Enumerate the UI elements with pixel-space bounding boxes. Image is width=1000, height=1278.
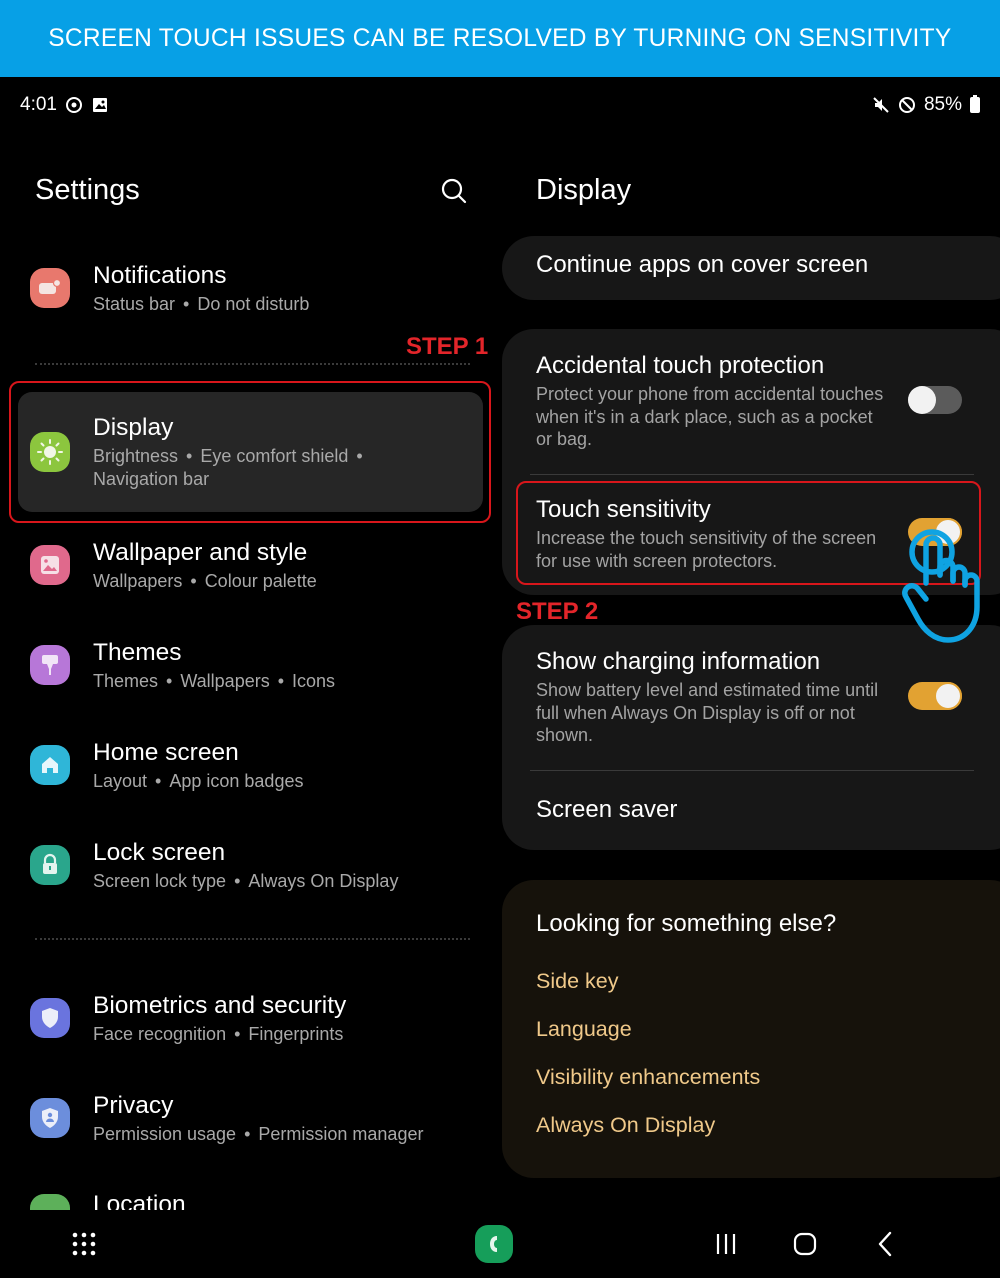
navigation-bar: [0, 1210, 1000, 1278]
display-pane: Display Continue apps on cover screen Ac…: [500, 132, 1000, 1210]
item-title: Biometrics and security: [93, 991, 347, 1019]
item-title: Notifications: [93, 261, 227, 289]
touch-sensitivity-row[interactable]: Touch sensitivity Increase the touch sen…: [536, 495, 886, 572]
screen-saver-row[interactable]: Screen saver: [536, 795, 677, 825]
item-title: Privacy: [93, 1091, 174, 1119]
row-title: Continue apps on cover screen: [536, 251, 869, 278]
suggestions-card: Looking for something else? Side key Lan…: [502, 880, 1000, 1178]
item-title: Themes: [93, 638, 182, 666]
settings-item-home-screen[interactable]: Home screen Layout • App icon badges: [18, 715, 483, 815]
touch-sensitivity-toggle[interactable]: [908, 518, 962, 546]
step-1-label: STEP 1: [406, 333, 489, 360]
banner-text: SCREEN TOUCH ISSUES CAN BE RESOLVED BY T…: [48, 24, 952, 52]
wallpaper-icon: [30, 545, 70, 585]
continue-apps-row[interactable]: Continue apps on cover screen: [536, 250, 868, 280]
item-subtitle: Themes • Wallpapers • Icons: [93, 670, 336, 691]
sync-icon: [65, 96, 82, 113]
tutorial-banner: SCREEN TOUCH ISSUES CAN BE RESOLVED BY T…: [0, 0, 1000, 77]
item-title: Lock screen: [93, 838, 226, 866]
item-subtitle: Permission usage • Permission manager: [93, 1123, 424, 1144]
notifications-icon: [30, 268, 70, 308]
status-bar: 4:01 85%: [0, 77, 1000, 132]
location-icon: [30, 1194, 70, 1210]
lock-icon: [30, 845, 70, 885]
item-title: Home screen: [93, 738, 239, 766]
section-divider: [35, 938, 470, 940]
suggestion-link-side-key[interactable]: Side key: [536, 969, 618, 994]
privacy-shield-icon: [30, 1098, 70, 1138]
battery-percent: 85%: [923, 93, 962, 115]
settings-item-display[interactable]: Display Brightness • Eye comfort shield • Na…: [18, 392, 483, 512]
section-divider: [35, 363, 470, 365]
settings-item-privacy[interactable]: Privacy Permission usage • Permission mana…: [18, 1068, 483, 1168]
suggestion-link-aod[interactable]: Always On Display: [536, 1113, 715, 1138]
recents-icon[interactable]: [712, 1230, 740, 1258]
app-drawer-icon[interactable]: [68, 1228, 100, 1260]
continue-apps-card[interactable]: Continue apps on cover screen: [502, 236, 1000, 300]
item-subtitle: Face recognition • Fingerprints: [93, 1023, 344, 1044]
home-button-icon[interactable]: [790, 1230, 820, 1258]
search-icon[interactable]: [438, 176, 470, 208]
row-description: Show battery level and estimated time un…: [536, 680, 879, 745]
charging-info-row[interactable]: Show charging information Show battery l…: [536, 647, 886, 747]
settings-item-notifications[interactable]: Notifications Status bar • Do not disturb: [18, 238, 483, 338]
row-description: Protect your phone from accidental touch…: [536, 384, 884, 449]
item-subtitle: Screen lock type • Always On Display: [93, 870, 399, 891]
step-2-label: STEP 2: [516, 598, 599, 625]
item-title: Location: [93, 1191, 186, 1210]
row-title: Touch sensitivity: [536, 496, 711, 523]
accidental-touch-toggle[interactable]: [908, 386, 962, 414]
suggestion-link-language[interactable]: Language: [536, 1017, 632, 1042]
display-title: Display: [536, 174, 632, 206]
gallery-icon: [92, 97, 107, 112]
item-subtitle: Status bar • Do not disturb: [93, 293, 310, 314]
accidental-touch-row[interactable]: Accidental touch protection Protect your…: [536, 351, 886, 451]
item-title: Wallpaper and style: [93, 538, 308, 566]
row-divider: [530, 474, 974, 475]
item-subtitle: Wallpapers • Colour palette: [93, 570, 317, 591]
phone-app-icon[interactable]: [475, 1225, 513, 1263]
shield-icon: [30, 998, 70, 1038]
item-subtitle: Brightness • Eye comfort shield • Navigation…: [93, 446, 363, 489]
settings-item-wallpaper[interactable]: Wallpaper and style Wallpapers • Colour pa…: [18, 515, 483, 615]
item-title: Display: [93, 414, 174, 441]
settings-title: Settings: [35, 174, 140, 206]
battery-icon: [970, 94, 980, 113]
row-divider: [530, 770, 974, 771]
settings-item-biometrics[interactable]: Biometrics and security Face recognition…: [18, 968, 483, 1068]
row-description: Increase the touch sensitivity of the sc…: [536, 528, 877, 571]
suggestions-title: Looking for something else?: [536, 910, 837, 937]
settings-item-lock-screen[interactable]: Lock screen Screen lock type • Always On D…: [18, 815, 483, 915]
settings-pane: Settings Notifications Status bar • Do not…: [0, 132, 500, 1210]
brightness-icon: [30, 432, 70, 472]
item-subtitle: Layout • App icon badges: [93, 770, 304, 791]
home-icon: [30, 745, 70, 785]
do-not-disturb-icon: [898, 96, 915, 113]
mute-icon: [873, 96, 889, 113]
settings-item-location[interactable]: Location: [18, 1168, 483, 1210]
paintbrush-icon: [30, 645, 70, 685]
row-title: Show charging information: [536, 648, 821, 675]
row-title: Accidental touch protection: [536, 352, 825, 379]
touch-settings-card: Accidental touch protection Protect your…: [502, 329, 1000, 595]
status-time: 4:01: [20, 93, 57, 115]
row-title: Screen saver: [536, 796, 678, 823]
settings-item-themes[interactable]: Themes Themes • Wallpapers • Icons: [18, 615, 483, 715]
charging-card: Show charging information Show battery l…: [502, 625, 1000, 850]
suggestion-link-visibility[interactable]: Visibility enhancements: [536, 1065, 760, 1090]
back-icon[interactable]: [872, 1230, 898, 1258]
charging-info-toggle[interactable]: [908, 682, 962, 710]
